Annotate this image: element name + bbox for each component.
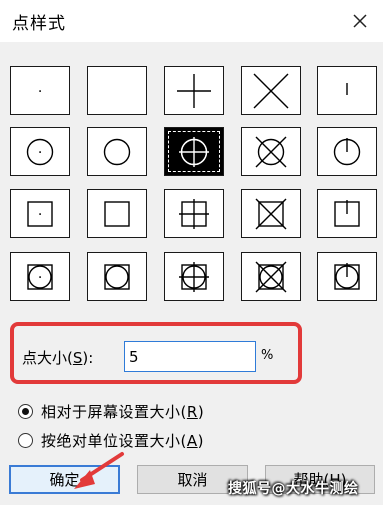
square-dot-icon [27,200,53,227]
point-style-square-dot[interactable] [10,189,70,238]
point-style-square-circle[interactable] [87,252,147,301]
square-icon [104,200,130,227]
none-icon [97,71,137,111]
point-style-square-x[interactable] [241,189,301,238]
radio-absolute-indicator[interactable] [18,433,33,448]
square-circle-icon [104,263,130,290]
circle-dot-icon [26,138,54,165]
dot-icon [39,89,41,92]
point-style-plus[interactable] [164,66,224,115]
point-style-square-tick[interactable] [317,189,377,238]
watermark-text: 搜狐号@大水牛测绘 [228,481,359,497]
point-style-tick[interactable] [317,66,377,115]
point-style-x[interactable] [241,66,301,115]
ok-button[interactable]: 确定 [9,465,120,494]
title-bar: 点样式 [0,0,383,42]
point-style-circle-x[interactable] [241,127,301,176]
point-style-circle[interactable] [87,127,147,176]
radio-relative-indicator[interactable] [18,404,33,419]
point-style-square-circle-tick[interactable] [317,252,377,301]
point-style-square-circle-dot[interactable] [10,252,70,301]
point-style-circle-tick[interactable] [317,127,377,176]
circle-icon [103,138,131,165]
point-style-square-plus[interactable] [164,189,224,238]
square-x-icon [255,198,287,229]
square-circle-tick-icon [334,262,360,290]
close-button[interactable] [343,4,377,38]
square-circle-plus-icon [179,261,209,292]
x-icon [253,73,289,108]
plus-icon [177,73,211,108]
circle-x-icon [255,136,287,167]
close-icon [353,14,367,28]
point-style-dot[interactable] [10,66,70,115]
point-style-none[interactable] [87,66,147,115]
radio-absolute-size[interactable]: 按绝对单位设置大小(A) [18,430,204,451]
point-style-square-circle-plus[interactable] [164,252,224,301]
point-style-square[interactable] [87,189,147,238]
tick-icon [346,82,348,95]
dialog-title: 点样式 [12,14,66,34]
circle-plus-icon [179,136,209,167]
radio-relative-label: 相对于屏幕设置大小(R) [41,403,205,421]
square-circle-x-icon [255,261,287,292]
radio-relative-size[interactable]: 相对于屏幕设置大小(R) [18,401,204,422]
circle-tick-icon [333,137,361,165]
point-size-label: 点大小(S): [22,349,94,367]
percent-unit-label: % [261,348,274,363]
point-size-input[interactable] [124,341,256,372]
point-style-circle-dot[interactable] [10,127,70,176]
square-plus-icon [179,198,209,229]
point-style-circle-plus[interactable] [164,127,224,176]
radio-absolute-label: 按绝对单位设置大小(A) [41,432,204,450]
point-style-square-circle-x[interactable] [241,252,301,301]
square-tick-icon [334,199,360,227]
square-circle-dot-icon [27,263,53,290]
